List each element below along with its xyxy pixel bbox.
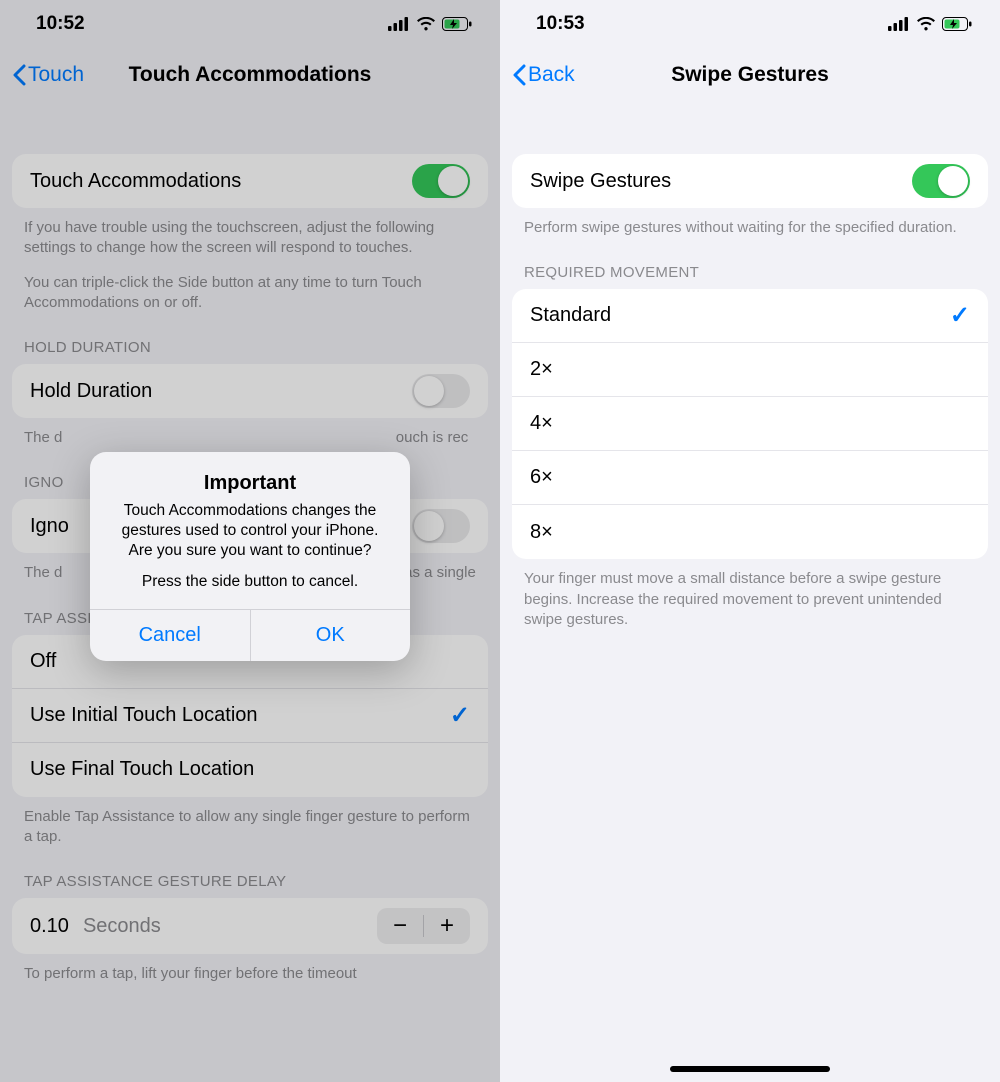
required-movement-group: Standard ✓ 2× 4× 6× 8× bbox=[512, 289, 988, 559]
footer-text: The d ouch is rec bbox=[0, 418, 500, 456]
status-indicators bbox=[388, 17, 472, 31]
battery-charging-icon bbox=[442, 17, 472, 31]
row-label: Swipe Gestures bbox=[530, 170, 671, 193]
footer-text: Your finger must move a small distance b… bbox=[500, 559, 1000, 638]
gesture-delay-row: 0.10 Seconds − + bbox=[12, 898, 488, 954]
hold-duration-switch[interactable] bbox=[412, 374, 470, 408]
nav-bar: Touch Touch Accommodations bbox=[0, 48, 500, 102]
section-header: REQUIRED MOVEMENT bbox=[500, 246, 1000, 289]
page-title: Swipe Gestures bbox=[500, 63, 1000, 87]
row-label: 4× bbox=[530, 412, 553, 435]
swipe-gestures-switch[interactable] bbox=[912, 164, 970, 198]
tap-option-initial[interactable]: Use Initial Touch Location ✓ bbox=[12, 689, 488, 743]
home-indicator[interactable] bbox=[670, 1066, 830, 1072]
footer-text: Perform swipe gestures without waiting f… bbox=[500, 208, 1000, 246]
delay-value: 0.10 bbox=[30, 915, 69, 938]
chevron-left-icon bbox=[12, 64, 26, 86]
hold-duration-row[interactable]: Hold Duration bbox=[12, 364, 488, 418]
stepper-minus-button[interactable]: − bbox=[377, 908, 423, 944]
delay-unit: Seconds bbox=[83, 915, 161, 938]
battery-charging-icon bbox=[942, 17, 972, 31]
stepper-plus-button[interactable]: + bbox=[424, 908, 470, 944]
status-bar: 10:53 bbox=[500, 0, 1000, 48]
status-time: 10:53 bbox=[536, 13, 585, 35]
footer-text: To perform a tap, lift your finger befor… bbox=[0, 954, 500, 992]
swipe-gestures-row[interactable]: Swipe Gestures bbox=[512, 154, 988, 208]
section-header: HOLD DURATION bbox=[0, 321, 500, 364]
wifi-icon bbox=[416, 17, 436, 31]
chevron-left-icon bbox=[512, 64, 526, 86]
row-label: Off bbox=[30, 650, 56, 673]
movement-option-2x[interactable]: 2× bbox=[512, 343, 988, 397]
cellular-icon bbox=[888, 17, 910, 31]
row-label: 8× bbox=[530, 521, 553, 544]
row-label: Hold Duration bbox=[30, 380, 152, 403]
row-label: Use Final Touch Location bbox=[30, 758, 254, 781]
touch-accommodations-group: Touch Accommodations bbox=[12, 154, 488, 208]
hold-duration-group: Hold Duration bbox=[12, 364, 488, 418]
back-label: Touch bbox=[28, 63, 84, 87]
back-button[interactable]: Back bbox=[512, 63, 575, 87]
row-label: 6× bbox=[530, 466, 553, 489]
cancel-button[interactable]: Cancel bbox=[90, 610, 251, 661]
row-label: Touch Accommodations bbox=[30, 170, 241, 193]
row-label: 2× bbox=[530, 358, 553, 381]
touch-accommodations-row[interactable]: Touch Accommodations bbox=[12, 154, 488, 208]
content: Swipe Gestures Perform swipe gestures wi… bbox=[500, 102, 1000, 638]
cellular-icon bbox=[388, 17, 410, 31]
delay-stepper: − + bbox=[377, 908, 470, 944]
swipe-gestures-group: Swipe Gestures bbox=[512, 154, 988, 208]
back-button[interactable]: Touch bbox=[12, 63, 84, 87]
status-bar: 10:52 bbox=[0, 0, 500, 48]
footer-text: You can triple-click the Side button at … bbox=[0, 267, 500, 322]
checkmark-icon: ✓ bbox=[450, 701, 470, 730]
alert-dialog: Important Touch Accommodations changes t… bbox=[90, 452, 410, 661]
alert-subtext: Press the side button to cancel. bbox=[90, 573, 410, 609]
movement-option-standard[interactable]: Standard ✓ bbox=[512, 289, 988, 343]
footer-text: Enable Tap Assistance to allow any singl… bbox=[0, 797, 500, 856]
tap-option-final[interactable]: Use Final Touch Location bbox=[12, 743, 488, 797]
ignore-repeat-switch[interactable] bbox=[412, 509, 470, 543]
touch-accommodations-switch[interactable] bbox=[412, 164, 470, 198]
back-label: Back bbox=[528, 63, 575, 87]
phone-left: 10:52 Touch Touch Accommodations Touch A… bbox=[0, 0, 500, 1082]
alert-message: Touch Accommodations changes the gesture… bbox=[90, 499, 410, 573]
checkmark-icon: ✓ bbox=[950, 301, 970, 330]
nav-bar: Back Swipe Gestures bbox=[500, 48, 1000, 102]
ok-button[interactable]: OK bbox=[251, 610, 411, 661]
status-time: 10:52 bbox=[36, 13, 85, 35]
footer-text: If you have trouble using the touchscree… bbox=[0, 208, 500, 267]
alert-title: Important bbox=[90, 452, 410, 499]
status-indicators bbox=[888, 17, 972, 31]
section-header: TAP ASSISTANCE GESTURE DELAY bbox=[0, 855, 500, 898]
phone-right: 10:53 Back Swipe Gestures Swipe Gestures… bbox=[500, 0, 1000, 1082]
movement-option-4x[interactable]: 4× bbox=[512, 397, 988, 451]
movement-option-6x[interactable]: 6× bbox=[512, 451, 988, 505]
movement-option-8x[interactable]: 8× bbox=[512, 505, 988, 559]
wifi-icon bbox=[916, 17, 936, 31]
row-label: Igno bbox=[30, 515, 69, 538]
row-label: Use Initial Touch Location bbox=[30, 704, 258, 727]
row-label: Standard bbox=[530, 304, 611, 327]
